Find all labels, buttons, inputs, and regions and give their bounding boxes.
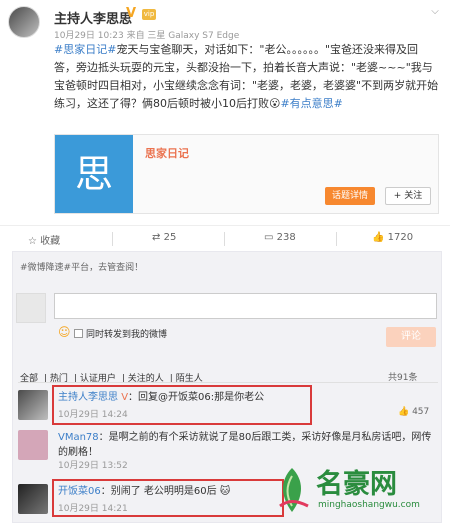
repost-icon: ⇄ bbox=[152, 232, 161, 243]
emoji-icon: 😮 bbox=[269, 97, 281, 110]
self-avatar bbox=[16, 293, 46, 323]
checkbox-icon[interactable] bbox=[74, 329, 83, 338]
topic-thumbnail: 思 bbox=[55, 135, 133, 213]
action-bar: ☆ 收藏 ⇄ 25 ▭ 238 👍 1720 bbox=[0, 225, 450, 251]
vip-badge-icon: vip bbox=[142, 9, 156, 20]
divider bbox=[18, 382, 438, 383]
commenter-avatar[interactable] bbox=[18, 390, 48, 420]
watermark-title: 名豪网 bbox=[316, 469, 397, 500]
comment-text: VMan78：是啊之前的有个采访就说了是80后跟工类，采访好像是月私房话吧，网传… bbox=[58, 430, 433, 460]
thumbs-up-icon: 👍 bbox=[372, 232, 385, 243]
emoji-picker-icon[interactable]: ☺ bbox=[58, 325, 71, 339]
comment-button[interactable]: ▭ 238 bbox=[264, 232, 296, 243]
commenter-avatar[interactable] bbox=[18, 430, 48, 460]
follow-button[interactable]: + 关注 bbox=[385, 187, 431, 205]
comment-time: 10月29日 14:21 bbox=[58, 504, 128, 514]
like-button[interactable]: 👍 1720 bbox=[372, 232, 413, 243]
comment-text: 主持人李思思 V：回复@开饭菜06:那是你老公 bbox=[58, 390, 433, 405]
divider bbox=[224, 232, 225, 246]
watermark-url: minghaoshangwu.com bbox=[318, 500, 420, 510]
divider bbox=[336, 232, 337, 246]
submit-comment-button[interactable]: 评论 bbox=[386, 327, 436, 347]
topic-detail-button[interactable]: 话题详情 bbox=[325, 187, 375, 205]
favorite-button[interactable]: ☆ 收藏 bbox=[28, 232, 60, 247]
comment-count: 238 bbox=[276, 232, 296, 243]
also-post-checkbox[interactable]: 同时转发到我的微博 bbox=[74, 327, 167, 340]
like-count: 1720 bbox=[387, 232, 414, 243]
topic-card[interactable]: 思 思家日记 话题详情 + 关注 bbox=[54, 134, 439, 214]
post-text: #思家日记#宠天与宝爸聊天，对话如下："老公。。。。。。"宝爸还没来得及回答，旁… bbox=[54, 41, 439, 113]
repost-count: 25 bbox=[163, 232, 177, 243]
post-meta: 10月29日 10:23 来自 三星 Galaxy S7 Edge bbox=[54, 31, 240, 41]
author-avatar[interactable] bbox=[8, 6, 40, 38]
comment-time: 10月29日 13:52 bbox=[58, 461, 128, 471]
author-name[interactable]: 主持人李思思 bbox=[54, 8, 132, 27]
comment-input[interactable] bbox=[54, 293, 437, 319]
comment-like-button[interactable]: 👍 457 bbox=[398, 407, 429, 417]
comment-body: ：别闹了 老公明明是60后 bbox=[100, 486, 217, 497]
verified-badge-icon: V bbox=[126, 6, 137, 21]
comment-body: ：回复@开饭菜06:那是你老公 bbox=[128, 392, 265, 403]
commenter-name[interactable]: 开饭菜06 bbox=[58, 486, 101, 497]
leaf-logo-icon bbox=[279, 468, 309, 512]
hashtag-link[interactable]: #思家日记# bbox=[54, 43, 116, 56]
repost-button[interactable]: ⇄ 25 bbox=[152, 232, 176, 243]
commenter-name[interactable]: VMan78 bbox=[58, 432, 99, 443]
comment-body: ：是啊之前的有个采访就说了是80后跟工类，采访好像是月私房话吧，网传的刷格！ bbox=[58, 432, 432, 458]
chevron-down-icon[interactable]: ⌵ bbox=[428, 6, 442, 18]
divider bbox=[112, 232, 113, 246]
hashtag-link[interactable]: #有点意思# bbox=[280, 97, 342, 110]
promo-text[interactable]: #微博降速#平台，去管查阅！ bbox=[20, 260, 143, 273]
star-icon: ☆ bbox=[28, 236, 37, 247]
site-watermark: 名豪网 minghaoshangwu.com bbox=[272, 460, 448, 522]
topic-title[interactable]: 思家日记 bbox=[145, 145, 189, 161]
cat-emoji-icon: 🐱 bbox=[219, 486, 231, 497]
commenter-name[interactable]: 主持人李思思 bbox=[58, 392, 118, 403]
comment-icon: ▭ bbox=[264, 232, 274, 243]
comment-like-count: 457 bbox=[412, 407, 430, 417]
also-post-label: 同时转发到我的微博 bbox=[86, 330, 168, 340]
commenter-avatar[interactable] bbox=[18, 484, 48, 514]
comment-item: 主持人李思思 V：回复@开饭菜06:那是你老公 10月29日 14:24 👍 4… bbox=[18, 390, 438, 426]
verified-badge-icon: V bbox=[121, 392, 129, 403]
comment-time: 10月29日 14:24 bbox=[58, 410, 128, 420]
favorite-label: 收藏 bbox=[40, 236, 61, 247]
